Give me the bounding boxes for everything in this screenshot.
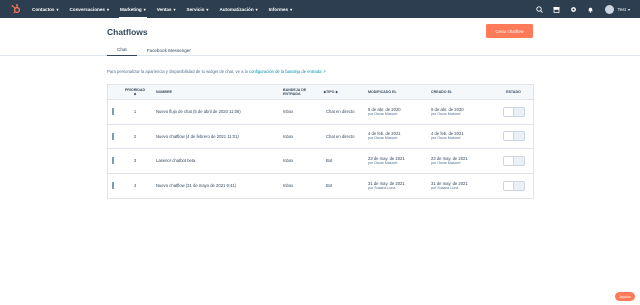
grip-icon <box>112 132 114 140</box>
toggle-knob <box>503 156 514 165</box>
tab-facebook-messenger[interactable]: Facebook Messenger <box>137 44 201 56</box>
chevron-down-icon: ▾ <box>106 6 109 12</box>
cell-inbox: Inbox <box>283 158 294 164</box>
cell-type: Chat en directo <box>326 133 355 139</box>
cell-created: 4 de feb. de 2021 por Oscar Mascort <box>431 131 464 141</box>
cell-state <box>494 174 533 199</box>
cell-type: Bot <box>326 183 333 189</box>
table-row[interactable]: 2 Nuevo chatflow (4 de febrero de 2021 1… <box>108 124 533 149</box>
header-inbox[interactable]: Bandeja de entrada ⬥ <box>283 85 326 99</box>
chevron-down-icon: ▾ <box>627 6 630 12</box>
help-button[interactable]: Ayuda <box>615 292 635 301</box>
chevron-down-icon: ▾ <box>290 6 293 12</box>
status-toggle[interactable] <box>502 106 525 117</box>
cell-modified: 5 de abr. de 2020 por Oscar Mascort <box>368 106 401 116</box>
user-menu[interactable]: Test ▾ <box>618 7 630 12</box>
header-modified: Modificado el <box>368 89 397 94</box>
grip-icon <box>112 182 114 190</box>
settings-icon[interactable] <box>569 5 578 14</box>
cell-modified: 31 de may. de 2021 por Susana Luna <box>368 180 405 190</box>
header-type[interactable]: Tipo ⬥ <box>326 85 368 99</box>
cell-modified: 4 de feb. de 2021 por Oscar Mascort <box>368 131 401 141</box>
nav-item-informes[interactable]: Informes ▾ <box>268 0 293 18</box>
avatar[interactable] <box>604 4 614 14</box>
nav-item-marketing[interactable]: Marketing ▾ <box>119 0 147 18</box>
cell-inbox: Inbox <box>283 109 294 115</box>
table-row[interactable]: 1 Nuevo flujo de chat (5 de abril de 202… <box>108 100 533 125</box>
sort-icon: ⬥ <box>133 92 137 96</box>
drag-handle[interactable] <box>108 125 118 149</box>
drag-header <box>108 85 118 99</box>
search-icon[interactable] <box>535 5 544 14</box>
drag-handle[interactable] <box>108 174 118 199</box>
header-priority[interactable]: Prioridad ⬥ <box>118 85 152 99</box>
sort-icon: ⬥ <box>335 89 338 94</box>
table-row[interactable]: 4 Nuevo chatflow (31 de mayo de 2021 9:4… <box>108 173 533 199</box>
cell-name[interactable]: Nuevo chatflow (4 de febrero de 2021 11:… <box>152 125 283 149</box>
tab-bar: Chat Facebook Messenger <box>107 44 201 56</box>
cell-inbox: Inbox <box>283 183 294 189</box>
nav-item-ventas[interactable]: Ventas ▾ <box>156 0 177 18</box>
nav-item-contactos[interactable]: Contactos ▾ <box>31 0 59 18</box>
external-link-icon[interactable]: ↗ <box>321 69 327 74</box>
status-toggle[interactable] <box>502 180 525 191</box>
toggle-knob <box>503 181 514 190</box>
table-row[interactable]: 3 Lasenor chatbot beta Inbox Bot 23 de m… <box>108 149 533 174</box>
cell-created: 23 de may. de 2021 por Oscar Mascort <box>431 155 468 165</box>
header-name: Nombre <box>156 89 172 94</box>
cell-name[interactable]: Nuevo flujo de chat (5 de abril de 2020 … <box>152 100 283 124</box>
nav-item-automatizacion[interactable]: Automatización ▾ <box>218 0 258 18</box>
page-title: Chatflows <box>107 27 148 37</box>
cell-priority: 2 <box>133 133 137 139</box>
tabs-divider <box>0 55 640 56</box>
cell-type: Chat en directo <box>326 109 355 115</box>
chatflows-table: Prioridad ⬥ Nombre Bandeja de entrada ⬥ Ti… <box>107 84 534 199</box>
info-text: Para personalizar la apariencia y dispon… <box>107 69 327 74</box>
notifications-icon[interactable] <box>586 5 595 14</box>
grip-icon <box>112 157 114 165</box>
cell-state <box>494 149 533 173</box>
marketplace-icon[interactable] <box>552 5 561 14</box>
nav-item-conversaciones[interactable]: Conversaciones ▾ <box>68 0 110 18</box>
cell-created: 31 de may. de 2021 por Susana Luna <box>431 180 468 190</box>
grip-icon <box>112 108 114 116</box>
status-toggle[interactable] <box>502 131 525 142</box>
create-chatflow-button[interactable]: Crear chatflow <box>486 24 533 38</box>
drag-handle[interactable] <box>108 100 118 124</box>
nav-item-servicio[interactable]: Servicio ▾ <box>186 0 210 18</box>
tab-chat[interactable]: Chat <box>107 44 137 56</box>
hubspot-sprocket-icon[interactable] <box>11 4 21 14</box>
cell-name[interactable]: Lasenor chatbot beta <box>152 149 283 173</box>
status-toggle[interactable] <box>502 155 525 166</box>
toggle-knob <box>503 107 514 116</box>
cell-name[interactable]: Nuevo chatflow (31 de mayo de 2021 9:41) <box>152 174 283 199</box>
nav-utilities: Test ▾ <box>527 0 630 18</box>
chevron-down-icon: ▾ <box>206 6 209 12</box>
cell-priority: 4 <box>133 183 137 189</box>
drag-handle[interactable] <box>108 149 118 173</box>
chevron-down-icon: ▾ <box>143 6 146 12</box>
toggle-knob <box>503 132 514 141</box>
cell-state <box>494 125 533 149</box>
top-navigation-bar: Contactos ▾ Conversaciones ▾ Marketing ▾ Ve… <box>0 0 640 18</box>
header-state: Estado <box>506 89 521 94</box>
cell-created: 5 de abr. de 2020 por Oscar Mascort <box>431 106 464 116</box>
cell-priority: 3 <box>133 158 137 164</box>
cell-modified: 23 de may. de 2021 por Oscar Mascort <box>368 155 405 165</box>
cell-type: Bot <box>326 158 333 164</box>
chevron-down-icon: ▾ <box>56 6 59 12</box>
chevron-down-icon: ▾ <box>255 6 258 12</box>
table-header: Prioridad ⬥ Nombre Bandeja de entrada ⬥ Ti… <box>108 85 533 100</box>
inbox-settings-link[interactable]: configuración de la bandeja de entrada <box>249 69 321 74</box>
cell-priority: 1 <box>133 109 137 115</box>
header-created: Creado el <box>431 89 453 94</box>
cell-inbox: Inbox <box>283 133 294 139</box>
chevron-down-icon: ▾ <box>173 6 176 12</box>
cell-state <box>494 100 533 124</box>
